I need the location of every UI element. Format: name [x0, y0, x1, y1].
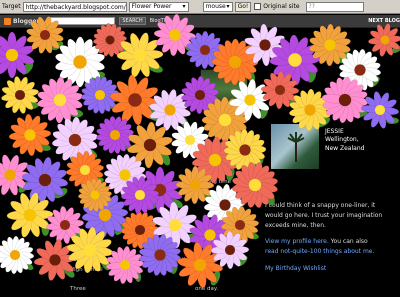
profile-bio: would go here. I trust your imagination	[265, 212, 383, 219]
profile-name-block: JESSIE Wellington, New Zealand	[325, 128, 364, 153]
go-button[interactable]: Go!	[234, 1, 252, 12]
original-site-label: Original site	[263, 3, 300, 10]
post-text-fragment: one day.	[195, 286, 219, 292]
profile-location: Wellington,	[325, 136, 359, 144]
blogger-logo[interactable]: Blogger	[4, 17, 40, 25]
input-select-value: mouse	[205, 3, 226, 10]
profile-bio: exceeds mine, then.	[265, 222, 326, 229]
effect-select[interactable]: Flower Power ▾	[128, 1, 189, 12]
blogger-logo-icon	[4, 17, 11, 25]
search-blog-button[interactable]: SEARCH	[119, 17, 146, 25]
target-label: Target	[2, 3, 21, 10]
sidebar: JESSIE Wellington, New Zealand I could t…	[265, 104, 400, 297]
post-text-fragment: long time	[205, 179, 232, 185]
search-icon: ??	[308, 3, 315, 10]
original-site-checkbox[interactable]	[254, 3, 262, 10]
view-profile-link[interactable]: View my profile here.	[265, 238, 329, 245]
blogger-logo-text: Blogger	[13, 17, 40, 25]
profile-bio: I could think of a snappy one-liner, it	[265, 202, 376, 209]
next-blog-link[interactable]: NEXT BLOG	[368, 18, 400, 24]
overlay-toolbar: Target http://thebackyard.blogspot.com/ …	[0, 0, 400, 14]
post-text-fragment: High School	[70, 267, 103, 273]
hundred-things-link[interactable]: read not-quite-100 things about me.	[265, 248, 374, 255]
post-text-fragment: Fe	[70, 247, 77, 253]
view-profile-line: View my profile here. You can also	[265, 238, 368, 245]
blog-search-input[interactable]	[47, 17, 116, 25]
input-select[interactable]: mouse ▾	[202, 1, 233, 12]
blogger-navbar: Blogger SEARCH BlogThis NEXT BLOG	[0, 15, 400, 28]
profile-name: JESSIE	[325, 128, 344, 135]
profile-link-tail: You can also	[328, 238, 368, 245]
target-url-input[interactable]: http://thebackyard.blogspot.com/	[22, 1, 127, 12]
palm-tree-icon	[287, 132, 305, 162]
blogthis-link[interactable]: BlogThis	[150, 18, 171, 24]
post-text-fragment: Three	[70, 286, 86, 292]
post-text-fragment: the W	[182, 257, 199, 263]
site-search-input[interactable]: ??	[305, 1, 364, 12]
blog-page: long time tory Fe able to the W High Sch…	[0, 29, 400, 297]
profile-location: New Zealand	[325, 144, 365, 152]
post-text-fragment: tory	[175, 219, 187, 225]
birthday-wishlist-link[interactable]: My Birthday Wishlist	[265, 265, 326, 272]
header-photo	[200, 69, 248, 109]
effect-select-value: Flower Power	[131, 3, 172, 10]
chevron-down-icon: ▾	[226, 3, 230, 10]
chevron-down-icon: ▾	[182, 3, 186, 10]
post-text-fragment: able to	[70, 257, 90, 263]
profile-photo[interactable]	[271, 124, 319, 169]
